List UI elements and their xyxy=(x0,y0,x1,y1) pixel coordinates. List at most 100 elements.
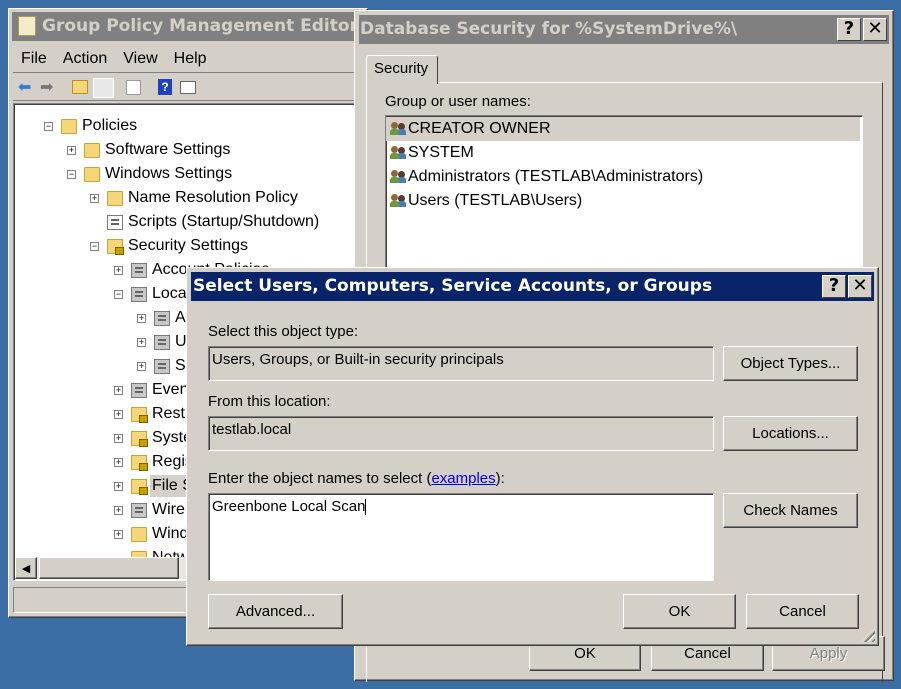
location-field: testlab.local xyxy=(208,416,714,451)
lockfolder-icon xyxy=(107,239,124,255)
tree-item[interactable]: − Policies xyxy=(14,115,357,137)
server-icon xyxy=(154,359,170,374)
collapse-icon[interactable]: − xyxy=(67,170,76,179)
action-pane-icon[interactable] xyxy=(180,81,196,94)
server-icon xyxy=(154,335,170,350)
expand-icon[interactable]: + xyxy=(67,146,76,155)
expand-icon[interactable]: + xyxy=(114,386,123,395)
folder-icon xyxy=(84,167,100,182)
scroll-left-button[interactable]: ◀ xyxy=(15,557,37,579)
lockfolder-icon xyxy=(131,431,148,447)
script-icon xyxy=(107,215,123,230)
lockfolder-icon xyxy=(131,407,148,423)
resize-grip[interactable] xyxy=(861,628,875,642)
tree-item-label: Scripts (Startup/Shutdown) xyxy=(128,213,320,230)
select-title: Select Users, Computers, Service Account… xyxy=(193,276,713,296)
menu-file[interactable]: File xyxy=(13,45,55,72)
tree-item[interactable]: + Name Resolution Policy xyxy=(14,187,357,209)
close-button[interactable]: ✕ xyxy=(863,18,887,41)
show-hide-tree-icon[interactable] xyxy=(93,78,114,98)
server-icon xyxy=(131,287,147,302)
expand-icon[interactable]: + xyxy=(114,506,123,515)
server-icon xyxy=(131,383,147,398)
menu-bar: File Action View Help xyxy=(13,45,363,73)
gpme-title: Group Policy Management Editor xyxy=(42,16,358,36)
list-item[interactable]: Users (TESTLAB\Users) xyxy=(386,189,862,213)
locations-button[interactable]: Locations... xyxy=(723,416,858,451)
scroll-thumb[interactable] xyxy=(39,557,179,579)
advanced-button[interactable]: Advanced... xyxy=(208,594,343,629)
object-names-label: Enter the object names to select (exampl… xyxy=(208,470,505,487)
folder-icon xyxy=(131,527,147,542)
examples-link[interactable]: examples xyxy=(431,470,495,487)
collapse-icon[interactable]: − xyxy=(44,122,53,131)
collapse-icon[interactable]: − xyxy=(90,242,99,251)
tree-item-label: Software Settings xyxy=(105,141,231,158)
location-label: From this location: xyxy=(208,393,331,410)
list-item[interactable]: CREATOR OWNER xyxy=(386,117,860,141)
tree-item[interactable]: − Security Settings xyxy=(14,235,357,257)
help-icon[interactable]: ? xyxy=(158,79,172,95)
select-title-bar: Select Users, Computers, Service Account… xyxy=(191,272,874,301)
tree-item-label: Windows Settings xyxy=(105,165,233,182)
group-names-label: Group or user names: xyxy=(385,93,531,110)
expand-icon[interactable]: + xyxy=(137,362,146,371)
expand-icon[interactable]: + xyxy=(114,266,123,275)
tree-item-label: Security Settings xyxy=(128,237,249,254)
object-type-label: Select this object type: xyxy=(208,323,359,340)
object-type-field: Users, Groups, or Built-in security prin… xyxy=(208,346,714,381)
expand-icon[interactable]: + xyxy=(90,194,99,203)
cancel-button[interactable]: Cancel xyxy=(746,594,859,629)
group-icon xyxy=(390,193,407,208)
menu-action[interactable]: Action xyxy=(55,45,115,72)
expand-icon[interactable]: + xyxy=(114,410,123,419)
group-icon xyxy=(390,145,407,160)
lockfolder-icon xyxy=(131,455,148,471)
folder-icon xyxy=(84,143,100,158)
list-item[interactable]: SYSTEM xyxy=(386,141,862,165)
menu-view[interactable]: View xyxy=(115,45,165,72)
tree-item[interactable]: − Windows Settings xyxy=(14,163,357,185)
group-names-list[interactable]: CREATOR OWNER SYSTEM Administrators (TES… xyxy=(385,115,863,285)
lockfolder-icon xyxy=(131,479,148,495)
expand-icon[interactable]: + xyxy=(114,482,123,491)
select-users-dialog: Select Users, Computers, Service Account… xyxy=(186,267,879,646)
list-item[interactable]: Administrators (TESTLAB\Administrators) xyxy=(386,165,862,189)
dbsec-title: Database Security for %SystemDrive%\ xyxy=(360,19,738,39)
expand-icon[interactable]: + xyxy=(114,458,123,467)
dbsec-title-bar: Database Security for %SystemDrive%\ ? ✕ xyxy=(359,15,889,44)
expand-icon[interactable]: + xyxy=(114,434,123,443)
check-names-button[interactable]: Check Names xyxy=(723,493,858,528)
collapse-icon[interactable]: − xyxy=(114,290,123,299)
back-icon[interactable]: ⬅ xyxy=(18,80,31,96)
export-list-icon[interactable] xyxy=(126,80,141,95)
tree-item[interactable]: Scripts (Startup/Shutdown) xyxy=(14,211,357,233)
server-icon xyxy=(131,503,147,518)
scroll-icon xyxy=(18,16,36,36)
group-icon xyxy=(390,121,407,136)
ok-button[interactable]: OK xyxy=(623,594,736,629)
expand-icon[interactable]: + xyxy=(137,338,146,347)
text-cursor xyxy=(365,499,367,516)
help-button[interactable]: ? xyxy=(822,275,846,298)
object-names-input[interactable]: Greenbone Local Scan xyxy=(208,493,714,581)
help-button[interactable]: ? xyxy=(837,18,861,41)
expand-icon[interactable]: + xyxy=(137,314,146,323)
forward-icon[interactable]: ➡ xyxy=(40,80,53,96)
toolbar: ⬅ ➡ ? xyxy=(13,75,363,101)
object-types-button[interactable]: Object Types... xyxy=(723,346,858,381)
tree-item-label: Name Resolution Policy xyxy=(128,189,298,206)
server-icon xyxy=(131,263,147,278)
folder-icon xyxy=(107,191,123,206)
gpme-title-bar: Group Policy Management Editor xyxy=(12,12,363,41)
up-folder-icon[interactable] xyxy=(72,80,88,94)
tree-item[interactable]: + Software Settings xyxy=(14,139,357,161)
tab-security[interactable]: Security xyxy=(366,55,438,84)
folder-icon xyxy=(61,119,77,134)
group-icon xyxy=(390,169,407,184)
server-icon xyxy=(154,311,170,326)
tree-item-label: Policies xyxy=(82,117,138,134)
close-button[interactable]: ✕ xyxy=(848,275,872,298)
menu-help[interactable]: Help xyxy=(166,45,215,72)
expand-icon[interactable]: + xyxy=(114,530,123,539)
